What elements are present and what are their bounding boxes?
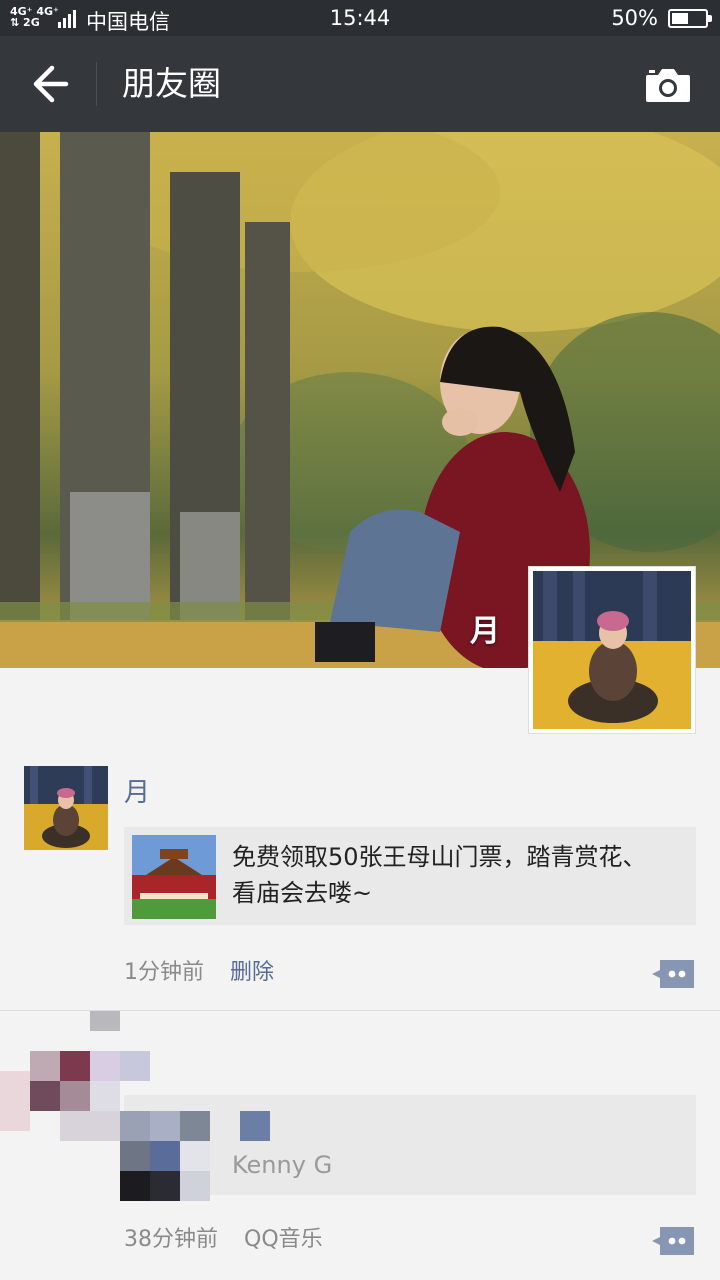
- page-title: 朋友圈: [122, 64, 221, 103]
- shared-link-title: 免费领取50张王母山门票，踏青赏花、看庙会去喽~: [232, 843, 647, 907]
- battery-percent: 50%: [611, 6, 658, 30]
- avatar-image: [533, 571, 691, 729]
- comment-icon[interactable]: [652, 958, 696, 990]
- shared-link-card[interactable]: 免费领取50张王母山门票，踏青赏花、看庙会去喽~: [124, 827, 696, 925]
- moment-post: 月 免费领取50张王母山门票，踏青赏花、看庙会去喽~ 1分钟前 删除: [0, 740, 720, 1010]
- battery-icon: [668, 9, 712, 28]
- delete-button[interactable]: 删除: [230, 954, 274, 986]
- arrow-left-icon[interactable]: [22, 58, 78, 110]
- comment-icon[interactable]: [652, 1225, 696, 1257]
- song-title: Kenny G: [232, 1151, 333, 1179]
- poster-name[interactable]: 月: [124, 772, 150, 809]
- nav-divider: [96, 62, 97, 106]
- status-bar: 4G⁺ 4G⁺ ⇅ 2G 中国电信 15:44 50%: [0, 0, 720, 36]
- blurred-content: [0, 1011, 270, 1201]
- camera-icon[interactable]: [644, 66, 692, 104]
- moment-post: Kenny G 38分钟前 QQ音乐: [0, 1010, 720, 1280]
- post-time: 38分钟前: [124, 1227, 218, 1252]
- cover-user-name: 月: [470, 614, 500, 649]
- poster-avatar[interactable]: [24, 766, 108, 850]
- post-source[interactable]: QQ音乐: [244, 1221, 323, 1253]
- nav-bar: 朋友圈: [0, 36, 720, 132]
- profile-avatar[interactable]: [528, 566, 696, 734]
- shared-link-thumbnail: [132, 835, 216, 919]
- post-time: 1分钟前: [124, 960, 204, 985]
